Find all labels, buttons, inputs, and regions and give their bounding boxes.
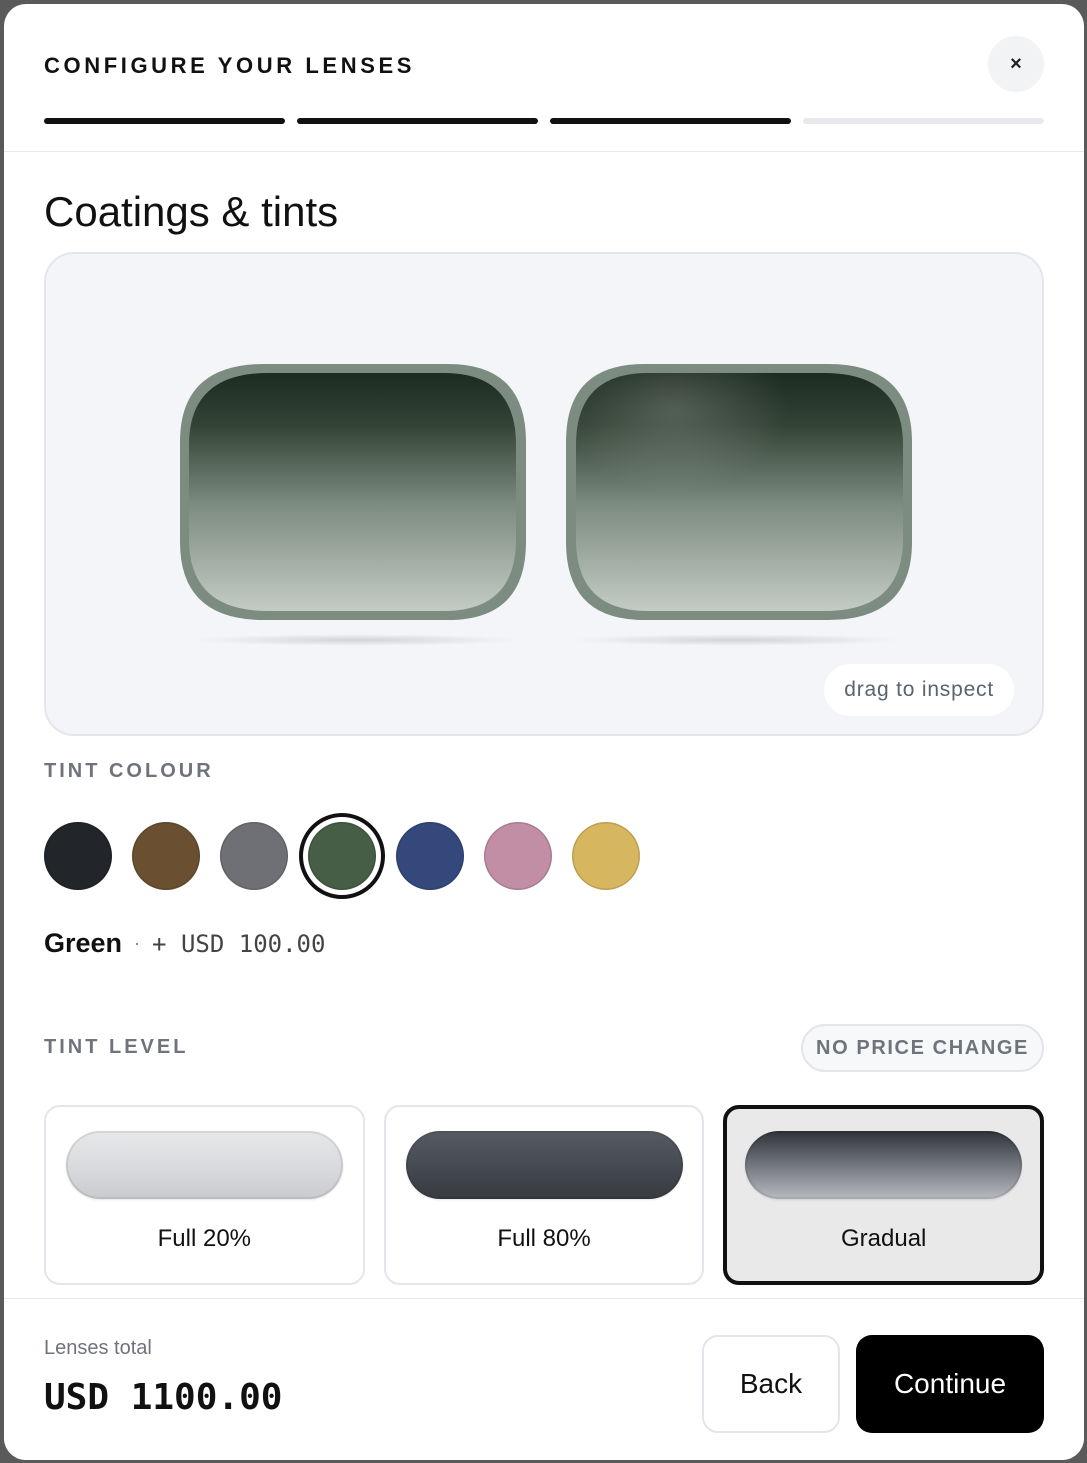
- tint-level-preview-bar: [405, 1131, 683, 1199]
- left-lens: [180, 364, 526, 620]
- modal-title: CONFIGURE YOUR LENSES: [44, 53, 416, 78]
- tint-level-preview-bar: [745, 1131, 1023, 1199]
- tint-summary: Green · + USD 100.00: [44, 928, 325, 959]
- tint-level-label: TINT LEVEL: [44, 1036, 189, 1058]
- tint-colour-swatches: [44, 813, 640, 899]
- swatch-brown[interactable]: [132, 822, 200, 890]
- right-lens: [566, 364, 912, 620]
- continue-button[interactable]: Continue: [856, 1335, 1044, 1433]
- separator-dot: ·: [134, 933, 141, 953]
- close-button[interactable]: ×: [988, 36, 1044, 92]
- tint-level-options: Full 20% Full 80% Gradual: [44, 1105, 1045, 1285]
- tint-colour-label: TINT COLOUR: [44, 760, 214, 782]
- progress-step-3: [550, 118, 791, 124]
- tint-level-label: Gradual: [840, 1225, 927, 1252]
- progress-step-4: [803, 118, 1044, 124]
- lenses-total-value: USD 1100.00: [44, 1377, 283, 1418]
- close-icon: ×: [1010, 52, 1022, 75]
- back-button[interactable]: Back: [702, 1335, 840, 1433]
- swatch-green[interactable]: [299, 813, 385, 899]
- tint-level-full-80[interactable]: Full 80%: [383, 1105, 705, 1285]
- lens-preview[interactable]: drag to inspect: [44, 252, 1044, 736]
- left-lens-shadow: [191, 634, 521, 646]
- lens-config-modal: CONFIGURE YOUR LENSES × Coatings & tints: [4, 4, 1084, 1460]
- swatch-grey[interactable]: [220, 822, 288, 890]
- tint-level-preview-bar: [66, 1131, 343, 1199]
- section-title: Coatings & tints: [44, 188, 339, 235]
- swatch-black[interactable]: [44, 822, 112, 890]
- price-change-badge: NO PRICE CHANGE: [801, 1024, 1044, 1072]
- right-lens-shadow: [571, 634, 901, 646]
- swatch-yellow[interactable]: [572, 822, 640, 890]
- modal-header: CONFIGURE YOUR LENSES ×: [4, 4, 1084, 152]
- tint-level-label: Full 80%: [497, 1225, 591, 1252]
- swatch-pink[interactable]: [484, 822, 552, 890]
- tint-level-label: Full 20%: [157, 1225, 252, 1252]
- progress-step-1: [44, 118, 285, 124]
- selected-tint-name: Green: [44, 928, 123, 958]
- progress-steps: [44, 118, 1044, 124]
- selected-tint-price: + USD 100.00: [152, 929, 326, 958]
- drag-hint: drag to inspect: [824, 664, 1014, 716]
- tint-level-full-20[interactable]: Full 20%: [44, 1105, 365, 1285]
- swatch-blue[interactable]: [396, 822, 464, 890]
- progress-step-2: [297, 118, 538, 124]
- lenses-total-label: Lenses total: [44, 1337, 152, 1359]
- tint-level-gradual[interactable]: Gradual: [723, 1105, 1045, 1285]
- modal-footer: Lenses total USD 1100.00 Back Continue: [4, 1298, 1084, 1460]
